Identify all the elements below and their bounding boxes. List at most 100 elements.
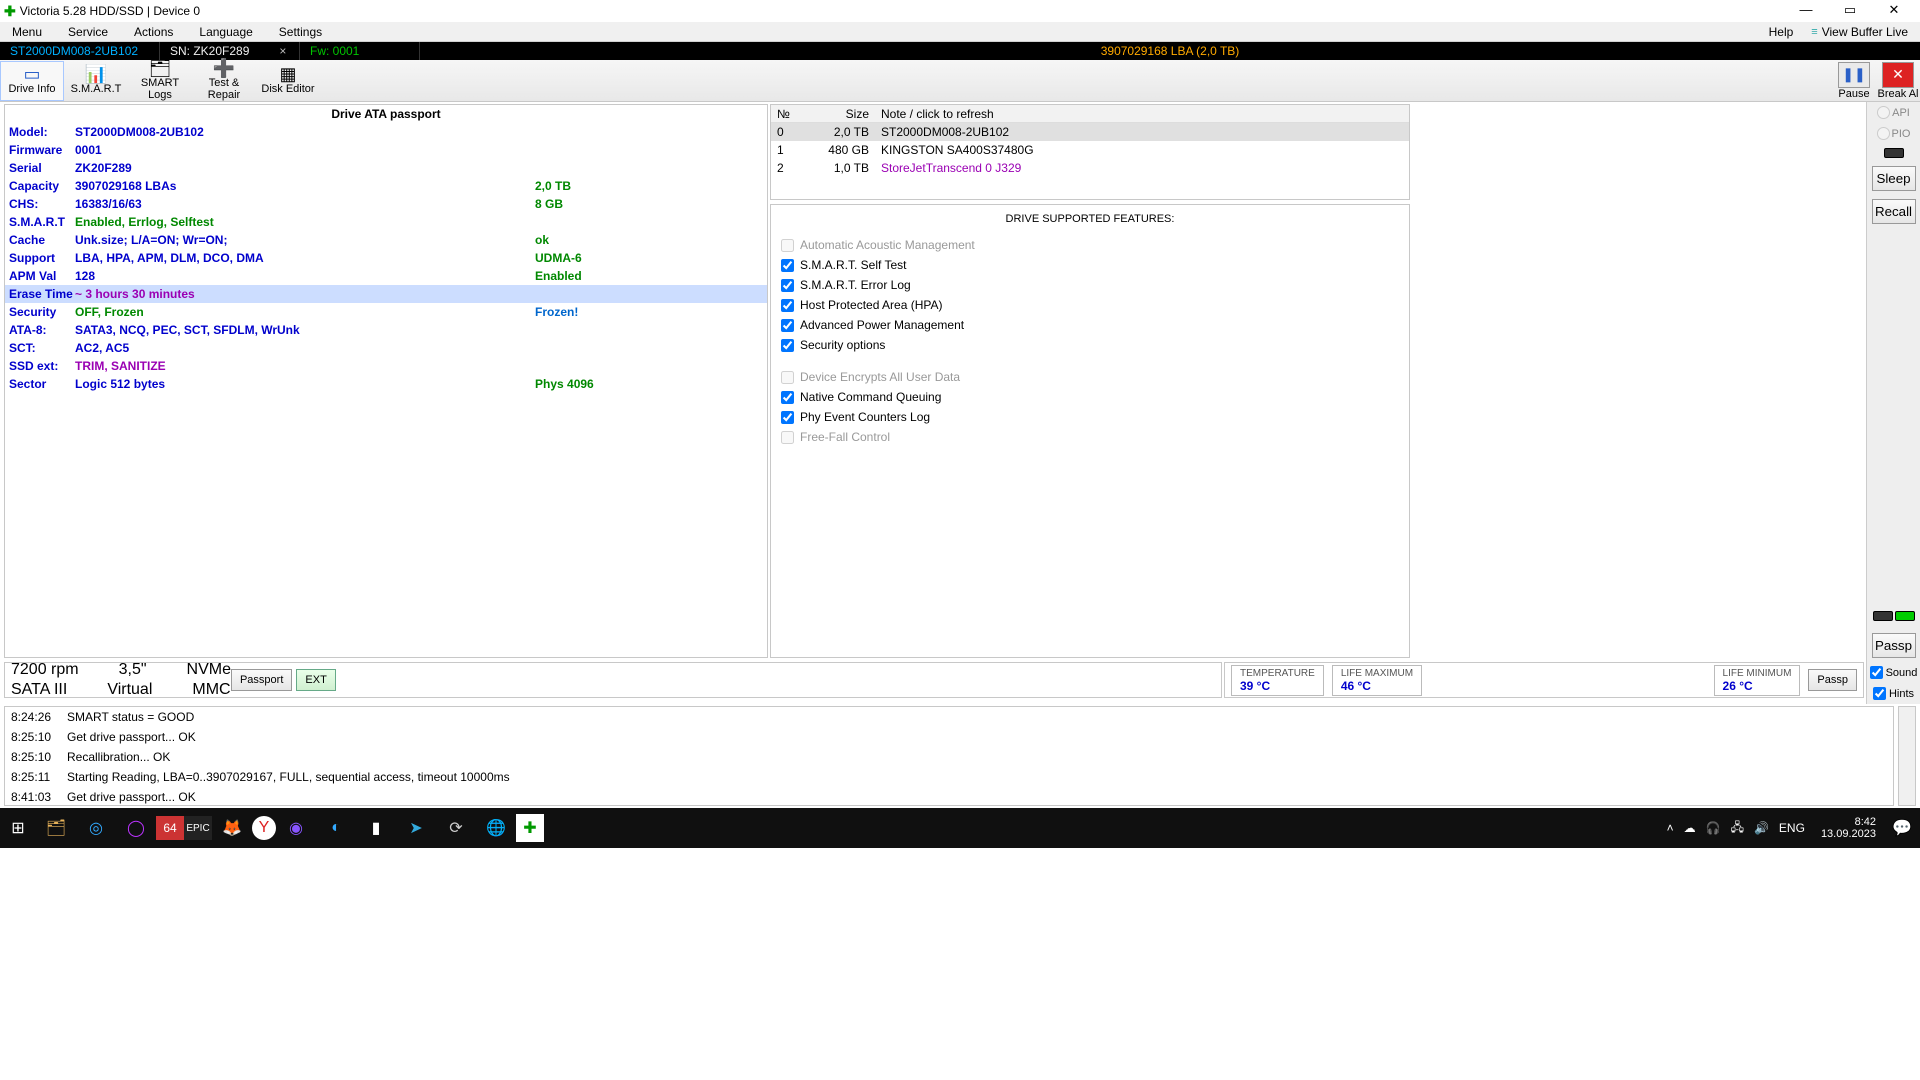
feature-checkbox: Automatic Acoustic Management xyxy=(781,235,1399,255)
drive-tags: 7200 rpm3,5"NVMeSATA IIIVirtualMMC Passp… xyxy=(4,662,1222,698)
infobar-fw: Fw: 0001 xyxy=(300,42,420,60)
passport-table: Model:ST2000DM008-2UB102Firmware0001Seri… xyxy=(5,123,767,393)
drive-tag: Virtual xyxy=(107,681,152,699)
tray-headset-icon[interactable]: 🎧 xyxy=(1706,821,1721,835)
passport-row: Firmware0001 xyxy=(5,141,767,159)
windows-taskbar[interactable]: ⊞ 🗂 ◎ ◯ 64 EPIC 🦊 Y ◉ ◐ ▮ ➤ ⟳ 🌐 ✚ ˄ ☁ 🎧 … xyxy=(0,808,1920,848)
system-tray[interactable]: ˄ ☁ 🎧 🖧 🔊 ENG xyxy=(1659,818,1813,839)
col-size[interactable]: Size xyxy=(807,107,875,121)
features-panel: DRIVE SUPPORTED FEATURES: Automatic Acou… xyxy=(770,204,1410,658)
close-button[interactable]: ✕ xyxy=(1872,1,1916,21)
recall-button[interactable]: Recall xyxy=(1872,199,1916,224)
passport-row: ATA-8:SATA3, NCQ, PEC, SCT, SFDLM, WrUnk xyxy=(5,321,767,339)
aida-icon[interactable]: 64 xyxy=(156,816,184,840)
passport-row: Model:ST2000DM008-2UB102 xyxy=(5,123,767,141)
log-row: 8:25:10Get drive passport... OK xyxy=(5,727,1893,747)
sleep-button[interactable]: Sleep xyxy=(1872,166,1916,191)
log-panel[interactable]: 8:24:26SMART status = GOOD8:25:10Get dri… xyxy=(4,706,1894,806)
sound-checkbox[interactable]: Sound xyxy=(1870,666,1918,679)
log-scrollbar[interactable] xyxy=(1898,706,1916,806)
drive-list-row[interactable]: 1480 GBKINGSTON SA400S37480G xyxy=(771,141,1409,159)
firefox-icon[interactable]: 🦊 xyxy=(212,811,252,845)
infobar-model[interactable]: ST2000DM008-2UB102 xyxy=(0,42,160,60)
tab-disk-editor[interactable]: ▦Disk Editor xyxy=(256,61,320,101)
steam-icon[interactable]: ⟳ xyxy=(436,811,476,845)
feature-checkbox: Free-Fall Control xyxy=(781,427,1399,447)
ext-btn[interactable]: EXT xyxy=(296,669,335,691)
maximize-button[interactable]: ▭ xyxy=(1828,1,1872,21)
tray-chevron-icon[interactable]: ˄ xyxy=(1667,821,1674,835)
passport-row: SecurityOFF, FrozenFrozen! xyxy=(5,303,767,321)
feature-checkbox[interactable]: Security options xyxy=(781,335,1399,355)
feature-checkbox[interactable]: Phy Event Counters Log xyxy=(781,407,1399,427)
menu-service[interactable]: Service xyxy=(60,23,126,41)
feature-checkbox[interactable]: Host Protected Area (HPA) xyxy=(781,295,1399,315)
drive-list[interactable]: № Size Note / click to refresh 02,0 TBST… xyxy=(770,104,1410,200)
notifications-icon[interactable]: 💬 xyxy=(1884,811,1920,845)
view-buffer-live[interactable]: View Buffer Live xyxy=(1811,25,1916,39)
passport-panel: Drive ATA passport Model:ST2000DM008-2UB… xyxy=(4,104,768,658)
log-row: 8:25:10Recallibration... OK xyxy=(5,747,1893,767)
victoria-icon[interactable]: ✚ xyxy=(516,814,544,842)
menu-actions[interactable]: Actions xyxy=(126,23,191,41)
tray-volume-icon[interactable]: 🔊 xyxy=(1754,821,1769,835)
passport-row: APM Val128Enabled xyxy=(5,267,767,285)
menu-bar: Menu Service Actions Language Settings H… xyxy=(0,22,1920,42)
hints-checkbox[interactable]: Hints xyxy=(1873,687,1914,700)
passport-row: SerialZK20F289 xyxy=(5,159,767,177)
feature-checkbox[interactable]: S.M.A.R.T. Self Test xyxy=(781,255,1399,275)
chrome-icon[interactable]: 🌐 xyxy=(476,811,516,845)
tray-network-icon[interactable]: 🖧 xyxy=(1731,818,1744,839)
pause-button[interactable]: ❚❚ xyxy=(1838,62,1870,88)
taskbar-clock[interactable]: 8:4213.09.2023 xyxy=(1813,816,1884,840)
yandex-icon[interactable]: Y xyxy=(252,816,276,840)
log-row: 8:41:03Get drive passport... OK xyxy=(5,787,1893,806)
tab-drive-info[interactable]: ▭Drive Info xyxy=(0,61,64,101)
drive-list-row[interactable]: 02,0 TBST2000DM008-2UB102 xyxy=(771,123,1409,141)
col-num[interactable]: № xyxy=(771,107,807,121)
opera-icon[interactable]: ◯ xyxy=(116,811,156,845)
led-1 xyxy=(1873,611,1893,621)
break-button[interactable]: ✕ xyxy=(1882,62,1914,88)
col-note[interactable]: Note / click to refresh xyxy=(875,107,1409,121)
menu-settings[interactable]: Settings xyxy=(271,23,340,41)
epic-icon[interactable]: EPIC xyxy=(184,816,212,840)
drive-tag: NVMe xyxy=(187,661,231,679)
drive-list-row[interactable]: 21,0 TBStoreJetTranscend 0 J329 xyxy=(771,159,1409,177)
tab-test-repair[interactable]: ➕Test & Repair xyxy=(192,61,256,101)
passport-title: Drive ATA passport xyxy=(5,105,767,123)
drive-tag: 7200 rpm xyxy=(11,661,79,679)
features-title: DRIVE SUPPORTED FEATURES: xyxy=(781,209,1399,235)
start-button[interactable]: ⊞ xyxy=(0,811,36,845)
drive-info-bar: ST2000DM008-2UB102 SN: ZK20F289× Fw: 000… xyxy=(0,42,1920,60)
menu-language[interactable]: Language xyxy=(191,23,270,41)
feature-checkbox[interactable]: S.M.A.R.T. Error Log xyxy=(781,275,1399,295)
explorer-icon[interactable]: 🗂 xyxy=(36,811,76,845)
menu-menu[interactable]: Menu xyxy=(4,23,60,41)
tray-onedrive-icon[interactable]: ☁ xyxy=(1684,821,1696,835)
passport-row: SSD ext:TRIM, SANITIZE xyxy=(5,357,767,375)
app-icon-1[interactable]: ◎ xyxy=(76,811,116,845)
tab-smart[interactable]: 📊S.M.A.R.T xyxy=(64,61,128,101)
feature-checkbox[interactable]: Native Command Queuing xyxy=(781,387,1399,407)
api-radio[interactable]: API xyxy=(1877,106,1910,119)
smart-logs-icon: 🗂 xyxy=(149,60,172,76)
telegram-icon[interactable]: ➤ xyxy=(396,811,436,845)
passport-row: SectorLogic 512 bytesPhys 4096 xyxy=(5,375,767,393)
tab-smart-logs[interactable]: 🗂SMART Logs xyxy=(128,61,192,101)
tray-lang[interactable]: ENG xyxy=(1779,821,1805,835)
app-icon-5[interactable]: ◐ xyxy=(316,811,356,845)
tab-close-icon[interactable]: × xyxy=(249,44,286,58)
disk-editor-icon: ▦ xyxy=(279,66,296,82)
passp-side-button[interactable]: Passp xyxy=(1872,633,1916,658)
menu-help[interactable]: Help xyxy=(1761,23,1812,41)
tor-icon[interactable]: ◉ xyxy=(276,811,316,845)
app-icon-6[interactable]: ▮ xyxy=(356,811,396,845)
smart-icon: 📊 xyxy=(85,66,107,82)
minimize-button[interactable]: — xyxy=(1784,1,1828,21)
passp-btn[interactable]: Passp xyxy=(1808,669,1857,691)
feature-checkbox[interactable]: Advanced Power Management xyxy=(781,315,1399,335)
drive-info-icon: ▭ xyxy=(23,66,40,82)
pio-radio[interactable]: PIO xyxy=(1877,127,1911,140)
passport-btn[interactable]: Passport xyxy=(231,669,292,691)
